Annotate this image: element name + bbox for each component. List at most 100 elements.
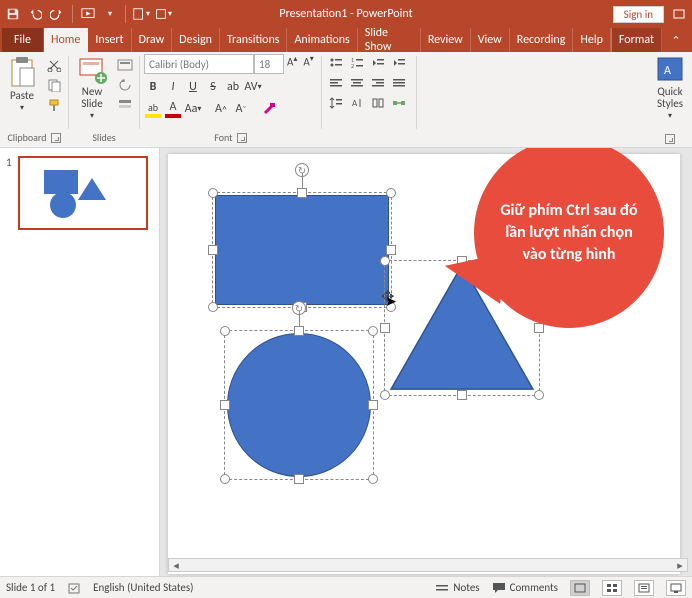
decrease-font-icon[interactable]: Aˇ [232, 100, 250, 118]
tab-design[interactable]: Design [172, 28, 220, 52]
resize-handle[interactable] [386, 188, 396, 198]
increase-font-icon[interactable]: A^ [212, 100, 230, 118]
columns-icon[interactable] [368, 94, 388, 112]
paste-button[interactable]: Paste▾ [4, 54, 40, 116]
resize-handle[interactable] [368, 326, 378, 336]
bold-button[interactable]: B [144, 78, 162, 96]
reading-view-icon[interactable] [634, 580, 654, 596]
decrease-indent-icon[interactable] [368, 54, 388, 72]
smartart-icon[interactable] [389, 94, 409, 112]
resize-handle[interactable] [297, 188, 307, 198]
shape-rectangle[interactable]: ✥ ➤ [212, 192, 392, 308]
layout-icon[interactable] [115, 56, 135, 74]
new-slide-button[interactable]: New Slide▾ [73, 54, 111, 124]
tab-home[interactable]: Home [44, 28, 88, 52]
font-color-icon[interactable]: A [164, 100, 182, 118]
styles-dialog-launcher-icon[interactable] [665, 134, 675, 144]
scroll-left-icon[interactable]: ◂ [169, 559, 183, 572]
character-spacing-icon[interactable]: AV▾ [244, 78, 262, 96]
shape-circle[interactable] [224, 330, 374, 480]
highlight-color-icon[interactable]: ab [144, 100, 162, 118]
font-size-input[interactable] [254, 54, 284, 74]
qat-ext1-icon[interactable]: ▾ [132, 5, 150, 23]
resize-handle[interactable] [368, 474, 378, 484]
slide-thumbnail-1[interactable] [18, 156, 148, 230]
resize-handle[interactable] [386, 245, 396, 255]
resize-handle[interactable] [208, 188, 218, 198]
align-left-icon[interactable] [326, 74, 346, 92]
quick-styles-button[interactable]: A Quick Styles▾ [652, 54, 688, 124]
scroll-right-icon[interactable]: ▸ [673, 559, 687, 572]
resize-handle[interactable] [294, 474, 304, 484]
increase-indent-icon[interactable] [389, 54, 409, 72]
tab-slideshow[interactable]: Slide Show [358, 28, 421, 52]
comments-button[interactable]: Comments [492, 581, 558, 594]
reset-icon[interactable] [115, 76, 135, 94]
horizontal-scrollbar[interactable]: ◂ ▸ [168, 558, 688, 572]
align-right-icon[interactable] [368, 74, 388, 92]
normal-view-icon[interactable] [570, 580, 590, 596]
resize-handle[interactable] [220, 474, 230, 484]
tab-review[interactable]: Review [421, 28, 471, 52]
shrink-font-icon[interactable]: A▾ [300, 54, 316, 74]
line-spacing-icon[interactable] [326, 94, 346, 112]
group-styles: A Quick Styles▾ [648, 52, 692, 147]
qat-ext2-icon[interactable]: ▾ [154, 5, 172, 23]
resize-handle[interactable] [220, 326, 230, 336]
start-from-beginning-icon[interactable] [79, 5, 97, 23]
tab-help[interactable]: Help [573, 28, 611, 52]
undo-icon[interactable] [26, 5, 44, 23]
cut-icon[interactable] [44, 56, 64, 74]
tab-format[interactable]: Format [611, 28, 662, 52]
text-direction-icon[interactable]: A [347, 94, 367, 112]
resize-handle[interactable] [208, 245, 218, 255]
redo-icon[interactable] [48, 5, 66, 23]
italic-button[interactable]: I [164, 78, 182, 96]
copy-icon[interactable] [44, 76, 64, 94]
resize-handle[interactable] [457, 390, 467, 400]
justify-icon[interactable] [389, 74, 409, 92]
resize-handle[interactable] [534, 390, 544, 400]
tab-recording[interactable]: Recording [510, 28, 574, 52]
numbering-icon[interactable]: 12 [347, 54, 367, 72]
clipboard-dialog-launcher-icon[interactable] [51, 133, 61, 143]
clear-formatting-icon[interactable] [260, 100, 278, 118]
resize-handle[interactable] [380, 323, 390, 333]
format-painter-icon[interactable] [44, 96, 64, 114]
resize-handle[interactable] [208, 302, 218, 312]
section-icon[interactable] [115, 96, 135, 114]
text-shadow-button[interactable]: ab [224, 78, 242, 96]
resize-handle[interactable] [380, 256, 390, 266]
collapse-ribbon-icon[interactable]: ⌃ [666, 34, 686, 47]
tab-view[interactable]: View [471, 28, 510, 52]
slide-counter[interactable]: Slide 1 of 1 [6, 581, 55, 594]
tab-animations[interactable]: Animations [287, 28, 357, 52]
spellcheck-icon[interactable] [67, 581, 81, 595]
font-name-input[interactable] [144, 54, 254, 74]
grow-font-icon[interactable]: A▴ [284, 54, 300, 74]
resize-handle[interactable] [294, 326, 304, 336]
change-case-icon[interactable]: Aa▾ [184, 100, 202, 118]
slideshow-view-icon[interactable] [666, 580, 686, 596]
slide-sorter-view-icon[interactable] [602, 580, 622, 596]
resize-handle[interactable] [380, 390, 390, 400]
slide[interactable]: ✥ ➤ [168, 154, 680, 574]
save-icon[interactable] [4, 5, 22, 23]
bullets-icon[interactable] [326, 54, 346, 72]
qat-more-icon[interactable]: ▾ [101, 5, 119, 23]
slide-canvas-area[interactable]: ✥ ➤ [160, 148, 692, 576]
tab-file[interactable]: File [2, 28, 44, 52]
resize-handle[interactable] [220, 400, 230, 410]
tab-transitions[interactable]: Transitions [220, 28, 288, 52]
notes-button[interactable]: Notes [435, 581, 479, 594]
sign-in-button[interactable]: Sign in [613, 6, 664, 23]
ribbon-display-options-icon[interactable] [670, 5, 688, 23]
language-status[interactable]: English (United States) [93, 581, 193, 594]
underline-button[interactable]: U [184, 78, 202, 96]
tab-draw[interactable]: Draw [132, 28, 173, 52]
tab-insert[interactable]: Insert [88, 28, 131, 52]
strikethrough-button[interactable]: S [204, 78, 222, 96]
align-center-icon[interactable] [347, 74, 367, 92]
font-dialog-launcher-icon[interactable] [237, 133, 247, 143]
resize-handle[interactable] [368, 400, 378, 410]
